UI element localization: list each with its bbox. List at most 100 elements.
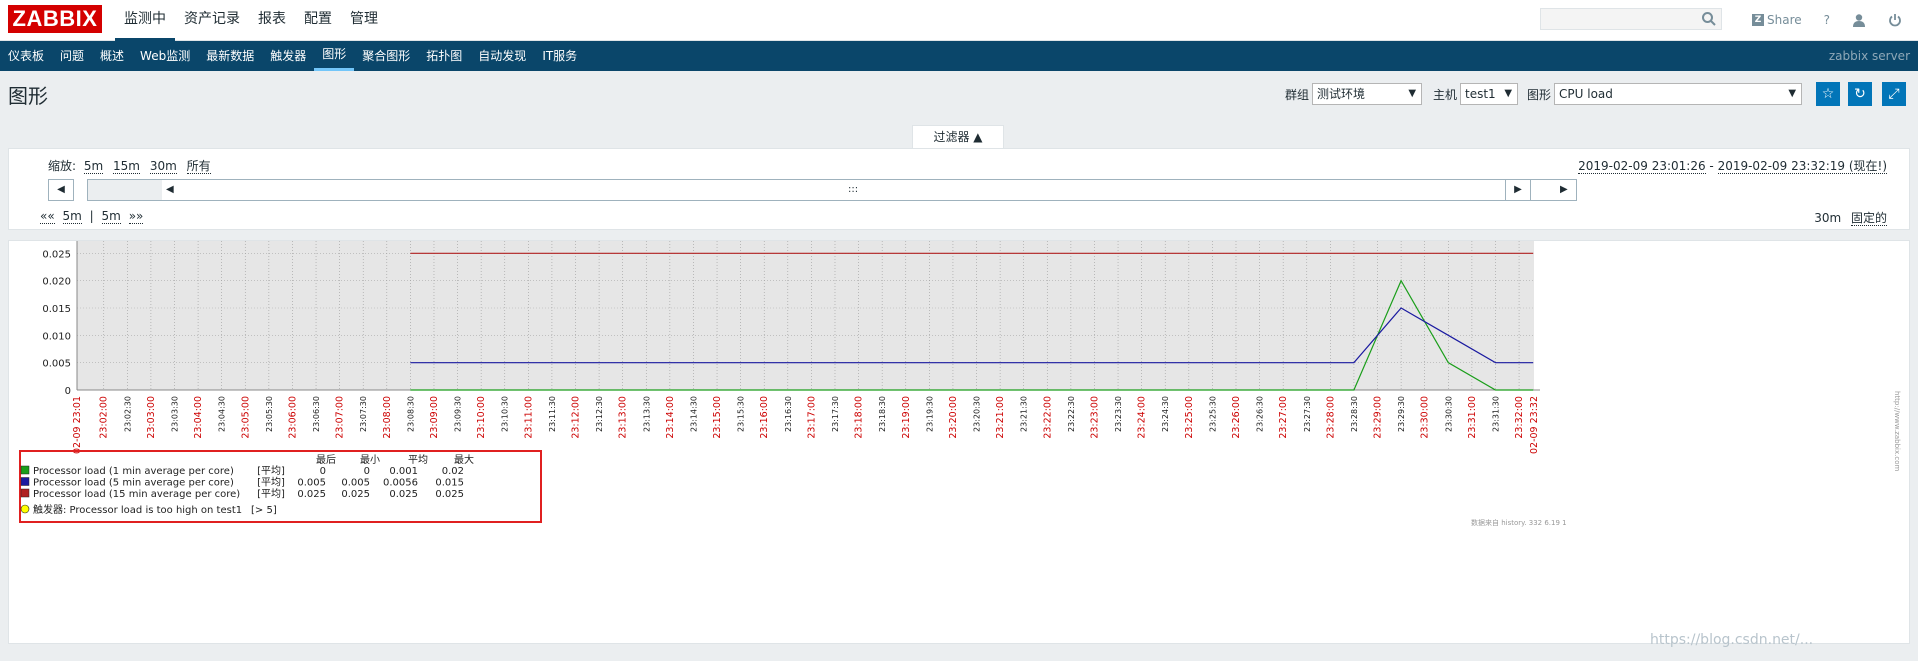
- arrow-right-icon: ▶: [1514, 184, 1522, 195]
- range-to[interactable]: 2019-02-09 23:32:19 (现在!): [1717, 159, 1887, 174]
- x-tick-label: 23:06:00: [287, 396, 298, 439]
- submenu-latest-data[interactable]: 最新数据: [198, 41, 262, 71]
- submenu-overview[interactable]: 概述: [92, 41, 132, 71]
- zoom-5m[interactable]: 5m: [83, 159, 104, 174]
- legend-stat-value: 0: [364, 466, 370, 477]
- x-tick-label: 23:21:00: [995, 396, 1006, 439]
- menu-configuration[interactable]: 配置: [295, 0, 341, 41]
- fixed-toggle[interactable]: 固定的: [1850, 211, 1887, 226]
- submenu-maps[interactable]: 拓扑图: [418, 41, 470, 71]
- legend-series-name: Processor load (1 min average per core): [33, 466, 234, 477]
- y-tick-label: 0.010: [42, 331, 71, 342]
- logout-button[interactable]: [1888, 13, 1902, 27]
- submenu-web[interactable]: Web监测: [132, 41, 198, 71]
- submenu-discovery[interactable]: 自动发现: [470, 41, 534, 71]
- fullscreen-button[interactable]: ⤢: [1882, 82, 1906, 106]
- x-tick-label: 23:20:30: [973, 396, 982, 432]
- x-tick-label: 23:13:30: [642, 396, 651, 432]
- trigger-value: [> 5]: [251, 505, 277, 516]
- x-tick-label: 23:24:00: [1137, 396, 1148, 439]
- scroll-right-button[interactable]: ▶: [1505, 179, 1531, 201]
- sub-menu: 仪表板 问题 概述 Web监测 最新数据 触发器 图形 聚合图形 拓扑图 自动发…: [0, 41, 585, 71]
- submenu-problems[interactable]: 问题: [52, 41, 92, 71]
- filter-panel: 缩放: 5m 15m 30m 所有 2019-02-09 23:01:26 - …: [8, 148, 1910, 230]
- x-tick-label: 23:20:00: [948, 396, 959, 439]
- filter-tab[interactable]: 过滤器 ▲: [912, 125, 1004, 148]
- group-select[interactable]: 测试环境 ▼: [1312, 83, 1423, 105]
- zabbix-logo[interactable]: ZABBIX: [8, 5, 102, 33]
- dropdown-arrow-icon: ▼: [1408, 88, 1417, 99]
- x-tick-label: 23:03:00: [146, 396, 157, 439]
- legend-stat-header: 最后: [316, 454, 336, 466]
- legend-stat-value: 0.0056: [383, 478, 418, 489]
- step-back-link[interactable]: ««: [40, 209, 55, 224]
- x-tick-label: 23:09:30: [454, 396, 463, 432]
- step-back-5m[interactable]: 5m: [62, 209, 82, 224]
- menu-monitoring[interactable]: 监测中: [115, 0, 175, 41]
- legend-stat-value: 0.005: [297, 478, 326, 489]
- zoom-30m[interactable]: 30m: [149, 159, 177, 174]
- trigger-text: 触发器: Processor load is too high on test1: [33, 503, 242, 516]
- menu-reports[interactable]: 报表: [249, 0, 295, 41]
- submenu-dashboard[interactable]: 仪表板: [0, 41, 52, 71]
- favorite-button[interactable]: ☆: [1816, 82, 1840, 106]
- user-icon: [1853, 14, 1866, 27]
- x-tick-label: 23:18:30: [878, 396, 887, 432]
- menu-inventory[interactable]: 资产记录: [175, 0, 249, 41]
- range-sep: -: [1705, 159, 1718, 173]
- legend-stat-value: 0.025: [435, 489, 464, 500]
- timeline-empty-region: [88, 180, 162, 200]
- zoom-row: 缩放: 5m 15m 30m 所有: [48, 157, 211, 174]
- timeline-scrollbar[interactable]: ◀ ::: ▶: [87, 179, 1577, 201]
- search-icon[interactable]: [1701, 11, 1717, 27]
- search-input[interactable]: [1540, 8, 1722, 30]
- submenu-it-services[interactable]: IT服务: [534, 41, 585, 71]
- x-tick-label: 23:12:00: [571, 396, 582, 439]
- cpu-load-chart: test1: CPU load (30m 53s)0.0300.0250.020…: [19, 241, 1901, 527]
- share-button[interactable]: Z Share: [1752, 13, 1802, 27]
- legend-swatch-1: [20, 465, 30, 475]
- y-tick-label: 0.025: [42, 249, 71, 260]
- x-tick-label: 23:27:00: [1278, 396, 1289, 439]
- range-from[interactable]: 2019-02-09 23:01:26: [1578, 159, 1706, 174]
- x-tick-label: 23:29:00: [1373, 396, 1384, 439]
- submenu-graphs[interactable]: 图形: [314, 41, 355, 71]
- submenu-triggers[interactable]: 触发器: [262, 41, 314, 71]
- legend-stat-header: 最大: [454, 453, 474, 466]
- step-fwd-5m[interactable]: 5m: [101, 209, 121, 224]
- host-label: 主机: [1433, 87, 1458, 102]
- y-tick-label: 0.015: [42, 304, 71, 315]
- graph-select[interactable]: CPU load ▼: [1554, 83, 1803, 105]
- zoom-15m[interactable]: 15m: [113, 159, 140, 174]
- submenu-screens[interactable]: 聚合图形: [354, 41, 418, 71]
- x-tick-label: 23:26:30: [1256, 396, 1265, 432]
- x-tick-label: 23:02:00: [99, 396, 110, 439]
- help-button[interactable]: ?: [1824, 13, 1830, 27]
- legend-stat-value: [平均]: [257, 465, 285, 477]
- refresh-button[interactable]: ↻: [1848, 82, 1872, 106]
- x-tick-label: 23:13:00: [618, 396, 629, 439]
- main-menu: 监测中 资产记录 报表 配置 管理: [115, 0, 387, 41]
- zoom-all[interactable]: 所有: [186, 159, 211, 174]
- x-tick-label: 23:17:00: [806, 396, 817, 439]
- legend-stat-value: 0.001: [389, 466, 418, 477]
- x-tick-label: 23:03:30: [171, 396, 180, 432]
- legend-swatch-2: [20, 477, 30, 486]
- zoom-label: 缩放:: [48, 159, 77, 173]
- x-tick-label: 23:23:00: [1089, 396, 1100, 439]
- timeline-drag-grip-icon[interactable]: :::: [848, 180, 858, 200]
- legend-stat-value: [平均]: [257, 477, 285, 489]
- host-select[interactable]: test1 ▼: [1460, 83, 1519, 105]
- x-tick-label: 23:08:30: [406, 396, 415, 432]
- timeline-left-handle-icon[interactable]: ◀: [166, 180, 174, 200]
- chart-footer-text: 数据来自 history. 332 6.19 1: [1471, 518, 1567, 527]
- x-tick-label: 23:10:30: [501, 396, 510, 432]
- x-tick-label: 23:30:00: [1420, 396, 1431, 439]
- timeline-right-handle-icon[interactable]: ▶: [1560, 180, 1568, 200]
- legend-stat-value: [平均]: [257, 488, 285, 500]
- scroll-left-button[interactable]: ◀: [48, 179, 74, 201]
- menu-administration[interactable]: 管理: [341, 0, 387, 41]
- time-range: 2019-02-09 23:01:26 - 2019-02-09 23:32:1…: [1578, 157, 1887, 174]
- step-forward-link[interactable]: »»: [128, 209, 144, 224]
- profile-button[interactable]: [1852, 13, 1866, 27]
